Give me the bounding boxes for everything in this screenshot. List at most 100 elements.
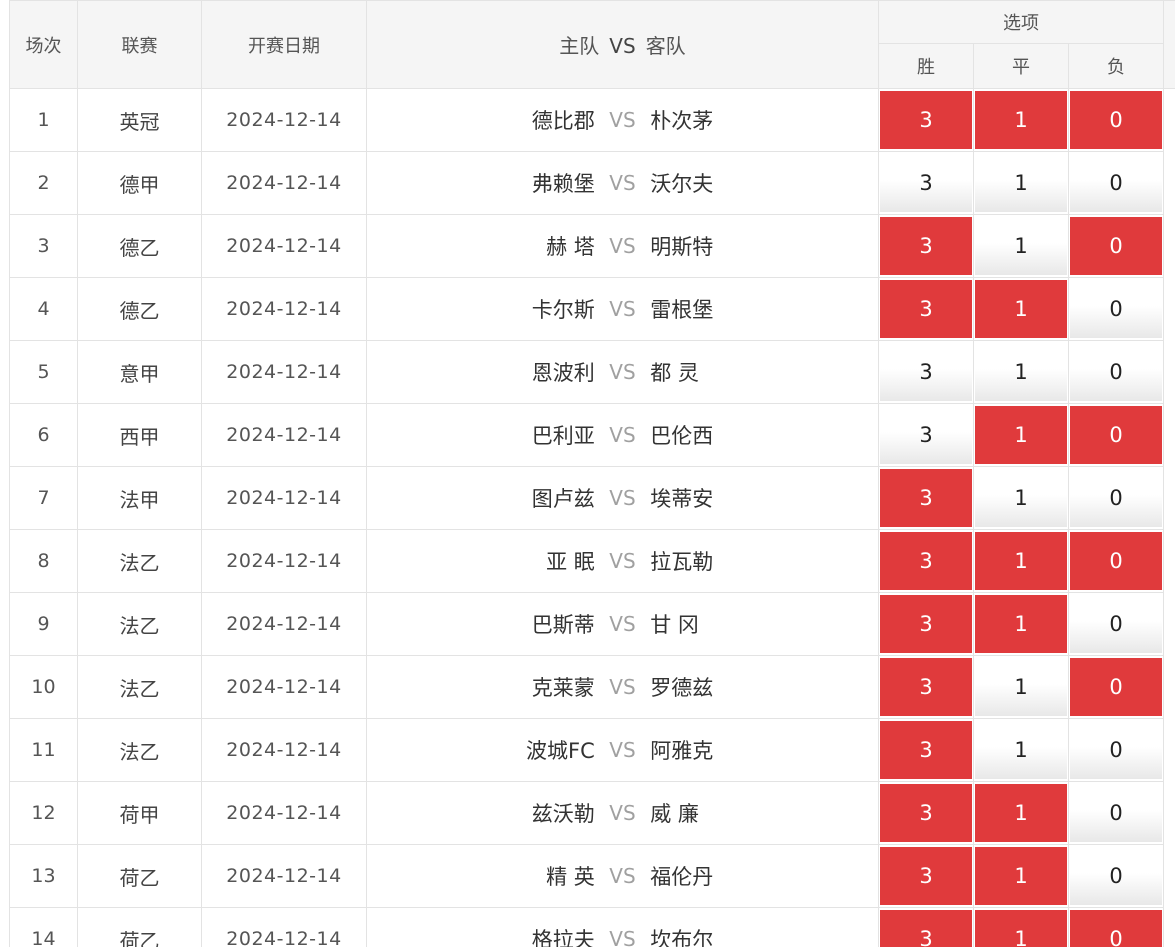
round-number: 8	[9, 529, 78, 593]
table-row: 3 德乙 2024-12-14 赫 塔 VS 明斯特 3 1 0	[9, 214, 1175, 278]
option-draw-button[interactable]: 1	[975, 217, 1067, 275]
option-draw-button[interactable]: 1	[975, 154, 1067, 212]
away-team: 阿雅克	[650, 739, 714, 763]
option-draw-button[interactable]: 1	[975, 847, 1067, 905]
option-lose-button[interactable]: 0	[1070, 91, 1163, 149]
away-team: 福伦丹	[650, 865, 714, 889]
home-team: 兹沃勒	[531, 802, 595, 826]
table-body: 1 英冠 2024-12-14 德比郡 VS 朴次茅 3 1 0 2 德甲 2024-12-14 弗赖堡…	[9, 88, 1175, 947]
option-lose-button[interactable]: 0	[1070, 469, 1163, 527]
round-number: 7	[9, 466, 78, 530]
away-team: 巴伦西	[650, 424, 714, 448]
option-draw-button[interactable]: 1	[975, 469, 1067, 527]
match-date: 2024-12-14	[201, 655, 367, 719]
table-row: 6 西甲 2024-12-14 巴利亚 VS 巴伦西 3 1 0	[9, 403, 1175, 467]
vs-label: VS	[609, 486, 636, 510]
round-number: 2	[9, 151, 78, 215]
option-lose-button[interactable]: 0	[1070, 532, 1163, 590]
row-spacer	[1163, 151, 1175, 215]
header-league: 联赛	[77, 0, 202, 89]
away-team: 明斯特	[650, 235, 714, 259]
home-team: 德比郡	[531, 109, 595, 133]
vs-label: VS	[609, 612, 636, 636]
option-lose-button[interactable]: 0	[1070, 154, 1163, 212]
away-team: 沃尔夫	[650, 172, 714, 196]
option-lose-button[interactable]: 0	[1070, 847, 1163, 905]
round-number: 11	[9, 718, 78, 782]
match-date: 2024-12-14	[201, 592, 367, 656]
option-win-button[interactable]: 3	[880, 721, 972, 779]
option-win-button[interactable]: 3	[880, 406, 972, 464]
option-win-button[interactable]: 3	[880, 595, 972, 653]
vs-label: VS	[609, 549, 636, 573]
option-draw-button[interactable]: 1	[975, 532, 1067, 590]
option-win-button[interactable]: 3	[880, 847, 972, 905]
header-away: 客队	[645, 34, 686, 58]
option-win-button[interactable]: 3	[880, 658, 972, 716]
option-lose-button[interactable]: 0	[1070, 721, 1163, 779]
option-draw-button[interactable]: 1	[975, 784, 1067, 842]
option-win-button[interactable]: 3	[880, 784, 972, 842]
home-team: 卡尔斯	[531, 298, 595, 322]
option-win-button[interactable]: 3	[880, 217, 972, 275]
option-win-button[interactable]: 3	[880, 91, 972, 149]
option-lose-button[interactable]: 0	[1070, 217, 1163, 275]
option-draw-button[interactable]: 1	[975, 280, 1067, 338]
league-name: 西甲	[77, 403, 202, 467]
option-win-button[interactable]: 3	[880, 910, 972, 947]
option-win-button[interactable]: 3	[880, 343, 972, 401]
match-teams: 波城FC VS 阿雅克	[366, 718, 879, 782]
row-spacer	[1163, 907, 1175, 947]
option-draw-button[interactable]: 1	[975, 595, 1067, 653]
row-spacer	[1163, 592, 1175, 656]
option-win-button[interactable]: 3	[880, 280, 972, 338]
header-home: 主队	[559, 34, 600, 58]
match-date: 2024-12-14	[201, 907, 367, 947]
option-draw-button[interactable]: 1	[975, 721, 1067, 779]
option-win-button[interactable]: 3	[880, 469, 972, 527]
option-lose-button[interactable]: 0	[1070, 784, 1163, 842]
table-row: 8 法乙 2024-12-14 亚 眠 VS 拉瓦勒 3 1 0	[9, 529, 1175, 593]
vs-label: VS	[609, 801, 636, 825]
option-draw-button[interactable]: 1	[975, 91, 1067, 149]
table-header: 场次 联赛 开赛日期 主队 VS 客队 选项 胜 平 负	[9, 0, 1175, 89]
match-teams: 兹沃勒 VS 威 廉	[366, 781, 879, 845]
option-draw-button[interactable]: 1	[975, 658, 1067, 716]
option-win-button[interactable]: 3	[880, 154, 972, 212]
option-lose-button[interactable]: 0	[1070, 658, 1163, 716]
vs-label: VS	[609, 927, 636, 947]
header-teams: 主队 VS 客队	[366, 0, 879, 89]
row-spacer	[1163, 655, 1175, 719]
league-name: 法乙	[77, 655, 202, 719]
match-table: 场次 联赛 开赛日期 主队 VS 客队 选项 胜 平 负 1 英冠 2024-12-14…	[9, 0, 1175, 947]
table-row: 14 荷乙 2024-12-14 格拉夫 VS 坎布尔 3 1 0	[9, 907, 1175, 947]
away-team: 甘 冈	[650, 613, 699, 637]
row-spacer	[1163, 88, 1175, 152]
match-teams: 巴利亚 VS 巴伦西	[366, 403, 879, 467]
away-team: 威 廉	[650, 802, 699, 826]
home-team: 图卢兹	[531, 487, 595, 511]
match-date: 2024-12-14	[201, 844, 367, 908]
match-date: 2024-12-14	[201, 403, 367, 467]
option-lose-button[interactable]: 0	[1070, 595, 1163, 653]
away-team: 拉瓦勒	[650, 550, 714, 574]
table-row: 1 英冠 2024-12-14 德比郡 VS 朴次茅 3 1 0	[9, 88, 1175, 152]
option-lose-button[interactable]: 0	[1070, 280, 1163, 338]
option-lose-button[interactable]: 0	[1070, 343, 1163, 401]
option-win-button[interactable]: 3	[880, 532, 972, 590]
vs-label: VS	[609, 864, 636, 888]
match-teams: 卡尔斯 VS 雷根堡	[366, 277, 879, 341]
match-date: 2024-12-14	[201, 340, 367, 404]
table-row: 12 荷甲 2024-12-14 兹沃勒 VS 威 廉 310	[9, 781, 1175, 845]
home-team: 亚 眠	[546, 550, 595, 574]
option-draw-button[interactable]: 1	[975, 406, 1067, 464]
option-draw-button[interactable]: 1	[975, 343, 1067, 401]
round-number: 14	[9, 907, 78, 947]
table-row: 9 法乙 2024-12-14 巴斯蒂 VS 甘 冈 310	[9, 592, 1175, 656]
option-lose-button[interactable]: 0	[1070, 406, 1163, 464]
league-name: 荷乙	[77, 844, 202, 908]
option-lose-button[interactable]: 0	[1070, 910, 1163, 947]
round-number: 9	[9, 592, 78, 656]
option-draw-button[interactable]: 1	[975, 910, 1067, 947]
round-number: 3	[9, 214, 78, 278]
